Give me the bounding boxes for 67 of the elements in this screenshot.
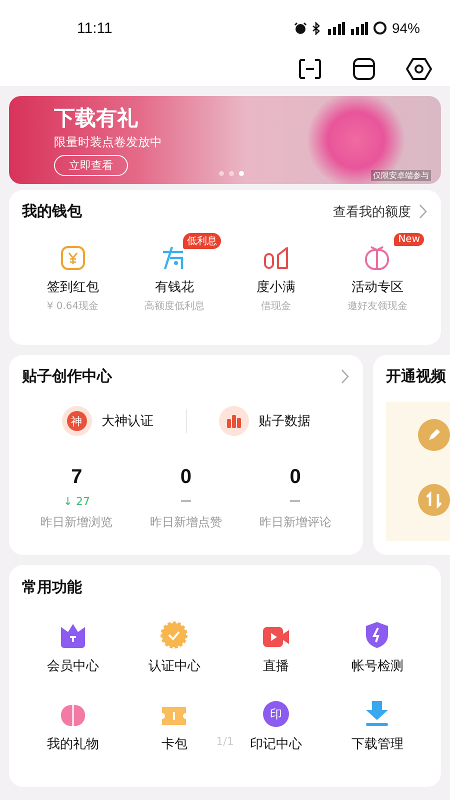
section-title: 贴子创作中心 <box>22 367 114 386</box>
crown-icon[interactable] <box>58 623 87 649</box>
settings-icon[interactable] <box>406 57 432 81</box>
pencil-icon <box>418 418 450 451</box>
stat-value: 0 <box>180 466 192 489</box>
view-quota-link[interactable]: 查看我的额度 <box>333 202 411 220</box>
wallet-item-caption: ¥ 0.64现金 <box>46 300 99 313</box>
stat-label: 昨日新增浏览 <box>40 514 113 531</box>
stat-label: 昨日新增评论 <box>259 514 332 531</box>
function-label[interactable]: 直播 <box>262 657 289 675</box>
promo-badge: New <box>394 233 424 246</box>
function-label[interactable]: 认证中心 <box>148 657 200 675</box>
verified-badge-icon[interactable] <box>160 621 188 649</box>
video-camera-icon[interactable] <box>262 625 290 649</box>
signal-icon <box>326 22 345 34</box>
shortcut-label[interactable]: 大神认证 <box>102 412 154 430</box>
no-change-dash <box>180 500 191 502</box>
wallet-item-caption: 邀好友领现金 <box>347 300 408 313</box>
section-title: 常用功能 <box>22 578 82 596</box>
scan-icon[interactable] <box>298 58 322 80</box>
seal-icon[interactable]: 印 <box>262 701 289 727</box>
bar-chart-icon[interactable] <box>218 406 248 436</box>
status-time: 11:11 <box>77 20 112 36</box>
view-now-button[interactable]: 立即查看 <box>54 155 128 176</box>
carousel-dot[interactable] <box>239 171 244 176</box>
shield-icon[interactable] <box>364 621 390 649</box>
function-label[interactable]: 卡包 <box>161 735 188 753</box>
chevron-right-icon[interactable] <box>341 369 350 384</box>
battery-level: 94% <box>392 20 420 36</box>
wallet-item-caption: 借现金 <box>260 300 291 313</box>
stat-change: ↓ 27 <box>63 495 90 508</box>
function-label[interactable]: 我的礼物 <box>46 735 99 753</box>
function-label[interactable]: 印记中心 <box>250 735 302 753</box>
chevron-right-icon[interactable] <box>419 204 428 219</box>
swap-icon <box>418 484 450 516</box>
bluetooth-icon <box>312 22 322 34</box>
battery-icon <box>372 21 387 35</box>
shortcut-label[interactable]: 贴子数据 <box>258 412 310 430</box>
promo-badge: 低利息 <box>183 233 221 249</box>
stat-value: 0 <box>290 466 301 489</box>
stat-value: 7 <box>71 466 82 489</box>
wallet-item-label[interactable]: 活动专区 <box>351 278 404 296</box>
section-title: 开通视频 <box>386 367 447 386</box>
function-label[interactable]: 会员中心 <box>46 657 99 675</box>
section-title: 我的钱包 <box>22 202 83 221</box>
alarm-icon <box>294 22 307 34</box>
banner-subtitle: 限量时装点卷发放中 <box>54 134 162 151</box>
wallet-item-label[interactable]: 有钱花 <box>154 278 194 296</box>
god-badge-icon[interactable]: 神 <box>62 406 92 436</box>
gift-icon[interactable] <box>364 245 390 271</box>
banner-title: 下载有礼 <box>54 105 138 132</box>
no-change-dash <box>290 500 300 502</box>
wallet-item-label[interactable]: 签到红包 <box>46 278 99 296</box>
signal-icon <box>350 22 368 34</box>
banner-note: 仅限安卓端参与 <box>371 170 431 181</box>
function-label[interactable]: 下载管理 <box>351 735 404 753</box>
carousel-dot[interactable] <box>219 171 224 176</box>
carousel-dot[interactable] <box>229 171 234 176</box>
wallet-item-caption: 高额度低利息 <box>144 300 204 313</box>
wallet-item-label[interactable]: 度小满 <box>256 278 296 296</box>
banner-background[interactable]: 下载有礼 限量时装点卷发放中 立即查看 仅限安卓端参与 <box>9 96 441 184</box>
yen-icon[interactable] <box>60 245 86 271</box>
stat-label: 昨日新增点赞 <box>150 514 222 531</box>
function-label[interactable]: 帐号检测 <box>351 657 404 675</box>
ticket-icon[interactable] <box>160 705 188 727</box>
box-icon[interactable] <box>352 58 376 80</box>
bars-logo-icon[interactable] <box>262 245 289 271</box>
